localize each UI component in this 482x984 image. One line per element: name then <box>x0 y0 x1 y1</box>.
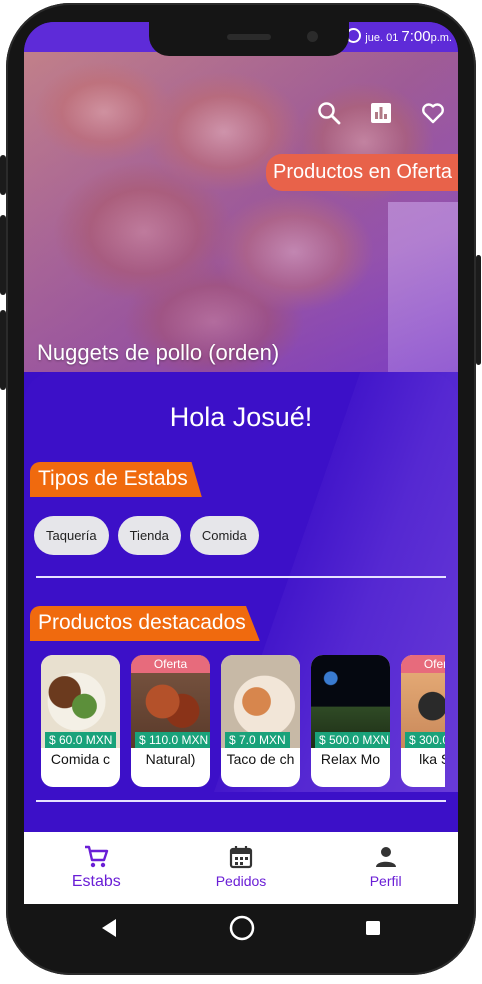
person-icon <box>373 844 399 870</box>
divider <box>36 576 446 578</box>
product-price: $ 500.0 MXN <box>315 732 390 748</box>
nav-perfil[interactable]: Perfil <box>313 832 458 904</box>
featured-products[interactable]: $ 60.0 MXN Comida c Oferta $ 110.0 MXN N… <box>41 655 445 789</box>
stats-icon[interactable] <box>368 100 394 126</box>
nav-estabs[interactable]: Estabs <box>24 832 169 904</box>
product-card[interactable]: $ 60.0 MXN Comida c <box>41 655 120 787</box>
status-ampm: p.m. <box>430 32 452 44</box>
bottom-navigation: Estabs Pedidos Perfil <box>24 832 458 904</box>
chip-comida[interactable]: Comida <box>189 516 259 555</box>
front-camera <box>307 31 318 42</box>
status-time: 7:00 <box>401 28 431 45</box>
product-price: $ 7.0 MXN <box>225 732 290 748</box>
nav-label: Estabs <box>71 873 121 890</box>
product-name: Relax Mo <box>320 751 381 767</box>
product-price: $ 300.0 <box>405 732 445 748</box>
product-card[interactable]: $ 500.0 MXN Relax Mo <box>311 655 390 787</box>
featured-title: Productos destacados <box>30 606 260 641</box>
nav-pedidos[interactable]: Pedidos <box>169 832 314 904</box>
chip-taqueria[interactable]: Taquería <box>34 516 109 555</box>
hero-carousel[interactable]: Productos en Oferta Nuggets de pollo (or… <box>24 52 458 372</box>
product-price: $ 60.0 MXN <box>45 732 117 748</box>
heart-icon[interactable] <box>420 100 446 126</box>
search-icon[interactable] <box>316 100 342 126</box>
system-navigation-bar <box>24 904 458 952</box>
chip-tienda[interactable]: Tienda <box>117 516 181 555</box>
status-readout: jue. 01 7:00p.m. <box>346 28 452 45</box>
product-name: Taco de ch <box>226 751 295 767</box>
camera-notch <box>149 22 349 56</box>
offer-badge: Oferta <box>401 655 445 673</box>
status-date: jue. 01 <box>365 32 399 44</box>
divider <box>36 800 446 802</box>
offers-button[interactable]: Productos en Oferta <box>266 154 458 191</box>
greeting: Hola Josué! <box>169 402 313 432</box>
app-screen: jue. 01 7:00p.m. Productos en Oferta Nug… <box>24 22 458 904</box>
nav-label: Perfil <box>369 873 402 889</box>
hero-toolbar <box>316 100 446 126</box>
cart-icon <box>83 844 109 870</box>
store-type-chips: Taquería Tienda Comida <box>34 516 259 555</box>
product-card[interactable]: $ 7.0 MXN Taco de ch <box>221 655 300 787</box>
product-card[interactable]: Oferta $ 110.0 MXN Natural) <box>131 655 210 787</box>
product-card[interactable]: Oferta $ 300.0 lka Sm <box>401 655 445 787</box>
nav-label: Pedidos <box>215 873 267 889</box>
home-icon[interactable] <box>229 915 255 941</box>
side-button <box>476 255 481 365</box>
side-button <box>0 310 6 390</box>
product-name: lka Sm <box>419 751 445 767</box>
product-name: Comida c <box>50 751 111 767</box>
back-icon[interactable] <box>102 919 116 937</box>
hero-product-title: Nuggets de pollo (orden) <box>37 340 280 365</box>
offer-badge: Oferta <box>131 655 210 673</box>
recents-icon[interactable] <box>366 921 380 935</box>
store-types-title: Tipos de Estabs <box>30 462 202 497</box>
speaker <box>227 34 271 40</box>
product-name: Natural) <box>145 751 196 767</box>
side-button <box>0 215 6 295</box>
main-panel: Hola Josué! Tipos de Estabs Taquería Tie… <box>24 372 458 832</box>
main-section: Hola Josué! Tipos de Estabs Taquería Tie… <box>24 372 458 832</box>
side-button <box>0 155 6 195</box>
product-price: $ 110.0 MXN <box>135 732 210 748</box>
calendar-icon <box>228 844 254 870</box>
